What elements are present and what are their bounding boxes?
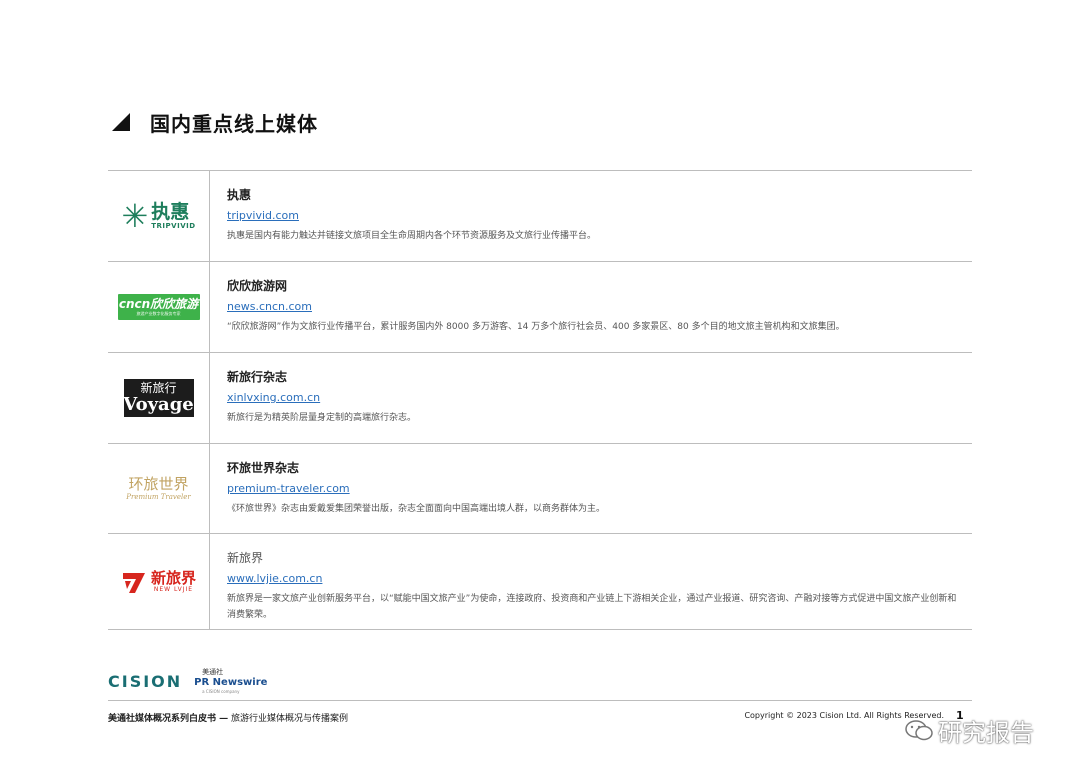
info-cell: 新旅行杂志 xinlvxing.com.cn 新旅行是为精英阶层量身定制的高端旅…	[210, 353, 972, 443]
footer-logos: CISION 美通社 PR Newswire a CISION company	[108, 668, 267, 695]
media-url-link[interactable]: premium-traveler.com	[227, 482, 972, 496]
media-description: “欣欣旅游网”作为文旅行业传播平台，累计服务国内外 8000 多万游客、14 万…	[227, 322, 845, 332]
logo-cell: 环旅世界 Premium Traveler	[108, 444, 210, 533]
logo-cell: cncn欣欣旅游 旅游产业数字化服务专家	[108, 262, 210, 352]
media-url-link[interactable]: www.lvjie.com.cn	[227, 572, 972, 586]
premium-logo-top: 环旅世界	[128, 474, 189, 493]
media-name: 执惠	[227, 188, 252, 202]
tripvivid-star-icon: ✳	[121, 197, 149, 235]
media-row-voyage: 新旅行 Voyage 新旅行杂志 xinlvxing.com.cn 新旅行是为精…	[108, 353, 972, 444]
media-row-cncn: cncn欣欣旅游 旅游产业数字化服务专家 欣欣旅游网 news.cncn.com…	[108, 262, 972, 353]
info-cell: 环旅世界杂志 premium-traveler.com 《环旅世界》杂志由爱戴爱…	[210, 444, 972, 533]
media-name: 新旅行杂志	[227, 370, 288, 384]
newlvjie-mark-icon	[121, 569, 147, 595]
voyage-logo-top: 新旅行	[140, 380, 177, 395]
media-table: ✳ 执惠 TRIPVIVID 执惠 tripvivid.com 执惠是国内有能力…	[108, 170, 972, 630]
watermark-text: 研究报告	[938, 719, 1034, 747]
cision-logo: CISION	[108, 672, 183, 691]
media-row-premium-traveler: 环旅世界 Premium Traveler 环旅世界杂志 premium-tra…	[108, 444, 972, 534]
prnewswire-logo: 美通社 PR Newswire a CISION company	[194, 668, 267, 695]
voyage-logo-bottom: Voyage	[123, 393, 194, 415]
wechat-icon	[904, 718, 934, 744]
footer-subtitle: 旅游行业媒体概况与传播案例	[228, 714, 349, 724]
section-title: 国内重点线上媒体	[150, 111, 318, 136]
voyage-logo: 新旅行 Voyage	[123, 379, 194, 417]
tripvivid-logo: ✳ 执惠 TRIPVIVID	[121, 200, 195, 232]
newlvjie-logo-en: NEW LVJIE	[153, 586, 194, 593]
premium-logo-bottom: Premium Traveler	[126, 492, 191, 501]
footer-divider	[108, 700, 972, 701]
media-description: 新旅界是一家文旅产业创新服务平台，以“赋能中国文旅产业”为使命，连接政府、投资商…	[227, 594, 957, 620]
media-url-link[interactable]: news.cncn.com	[227, 300, 972, 314]
media-row-newlvjie: 新旅界 NEW LVJIE 新旅界 www.lvjie.com.cn 新旅界是一…	[108, 534, 972, 630]
media-name: 新旅界	[227, 551, 264, 565]
media-row-tripvivid: ✳ 执惠 TRIPVIVID 执惠 tripvivid.com 执惠是国内有能力…	[108, 171, 972, 262]
newlvjie-logo: 新旅界 NEW LVJIE	[121, 569, 196, 595]
prnewswire-logo-tag: a CISION company	[202, 689, 240, 694]
media-name: 欣欣旅游网	[227, 279, 288, 293]
footer-series-title: 美通社媒体概况系列白皮书 —	[108, 714, 229, 724]
media-url-link[interactable]: xinlvxing.com.cn	[227, 391, 972, 405]
media-url-link[interactable]: tripvivid.com	[227, 209, 972, 223]
triangle-bullet-icon	[112, 113, 130, 131]
cncn-logo-sub: 旅游产业数字化服务专家	[136, 310, 181, 316]
info-cell: 新旅界 www.lvjie.com.cn 新旅界是一家文旅产业创新服务平台，以“…	[210, 534, 972, 629]
cncn-logo: cncn欣欣旅游 旅游产业数字化服务专家	[117, 294, 200, 320]
section-header: 国内重点线上媒体	[112, 108, 318, 136]
logo-cell: 新旅界 NEW LVJIE	[108, 534, 210, 629]
info-cell: 欣欣旅游网 news.cncn.com “欣欣旅游网”作为文旅行业传播平台，累计…	[210, 262, 972, 352]
premium-traveler-logo: 环旅世界 Premium Traveler	[126, 474, 191, 502]
logo-cell: 新旅行 Voyage	[108, 353, 210, 443]
tripvivid-logo-cn: 执惠	[151, 201, 190, 223]
media-description: 执惠是国内有能力触达并链接文旅项目全生命周期内各个环节资源服务及文旅行业传播平台…	[227, 231, 597, 241]
prnewswire-logo-en: PR Newswire	[194, 677, 268, 688]
media-description: 《环旅世界》杂志由爱戴爱集团荣誉出版，杂志全面面向中国高端出境人群，以商务群体为…	[227, 504, 606, 514]
logo-cell: ✳ 执惠 TRIPVIVID	[108, 171, 210, 261]
prnewswire-logo-cn: 美通社	[202, 668, 224, 676]
media-name: 环旅世界杂志	[227, 461, 300, 475]
info-cell: 执惠 tripvivid.com 执惠是国内有能力触达并链接文旅项目全生命周期内…	[210, 171, 972, 261]
watermark: 研究报告	[904, 713, 1034, 748]
footer-document-title: 美通社媒体概况系列白皮书 — 旅游行业媒体概况与传播案例	[108, 711, 348, 724]
tripvivid-logo-en: TRIPVIVID	[151, 222, 196, 230]
media-description: 新旅行是为精英阶层量身定制的高端旅行杂志。	[227, 413, 417, 423]
cncn-logo-main: cncn欣欣旅游	[118, 296, 199, 311]
newlvjie-logo-cn: 新旅界	[150, 569, 196, 587]
